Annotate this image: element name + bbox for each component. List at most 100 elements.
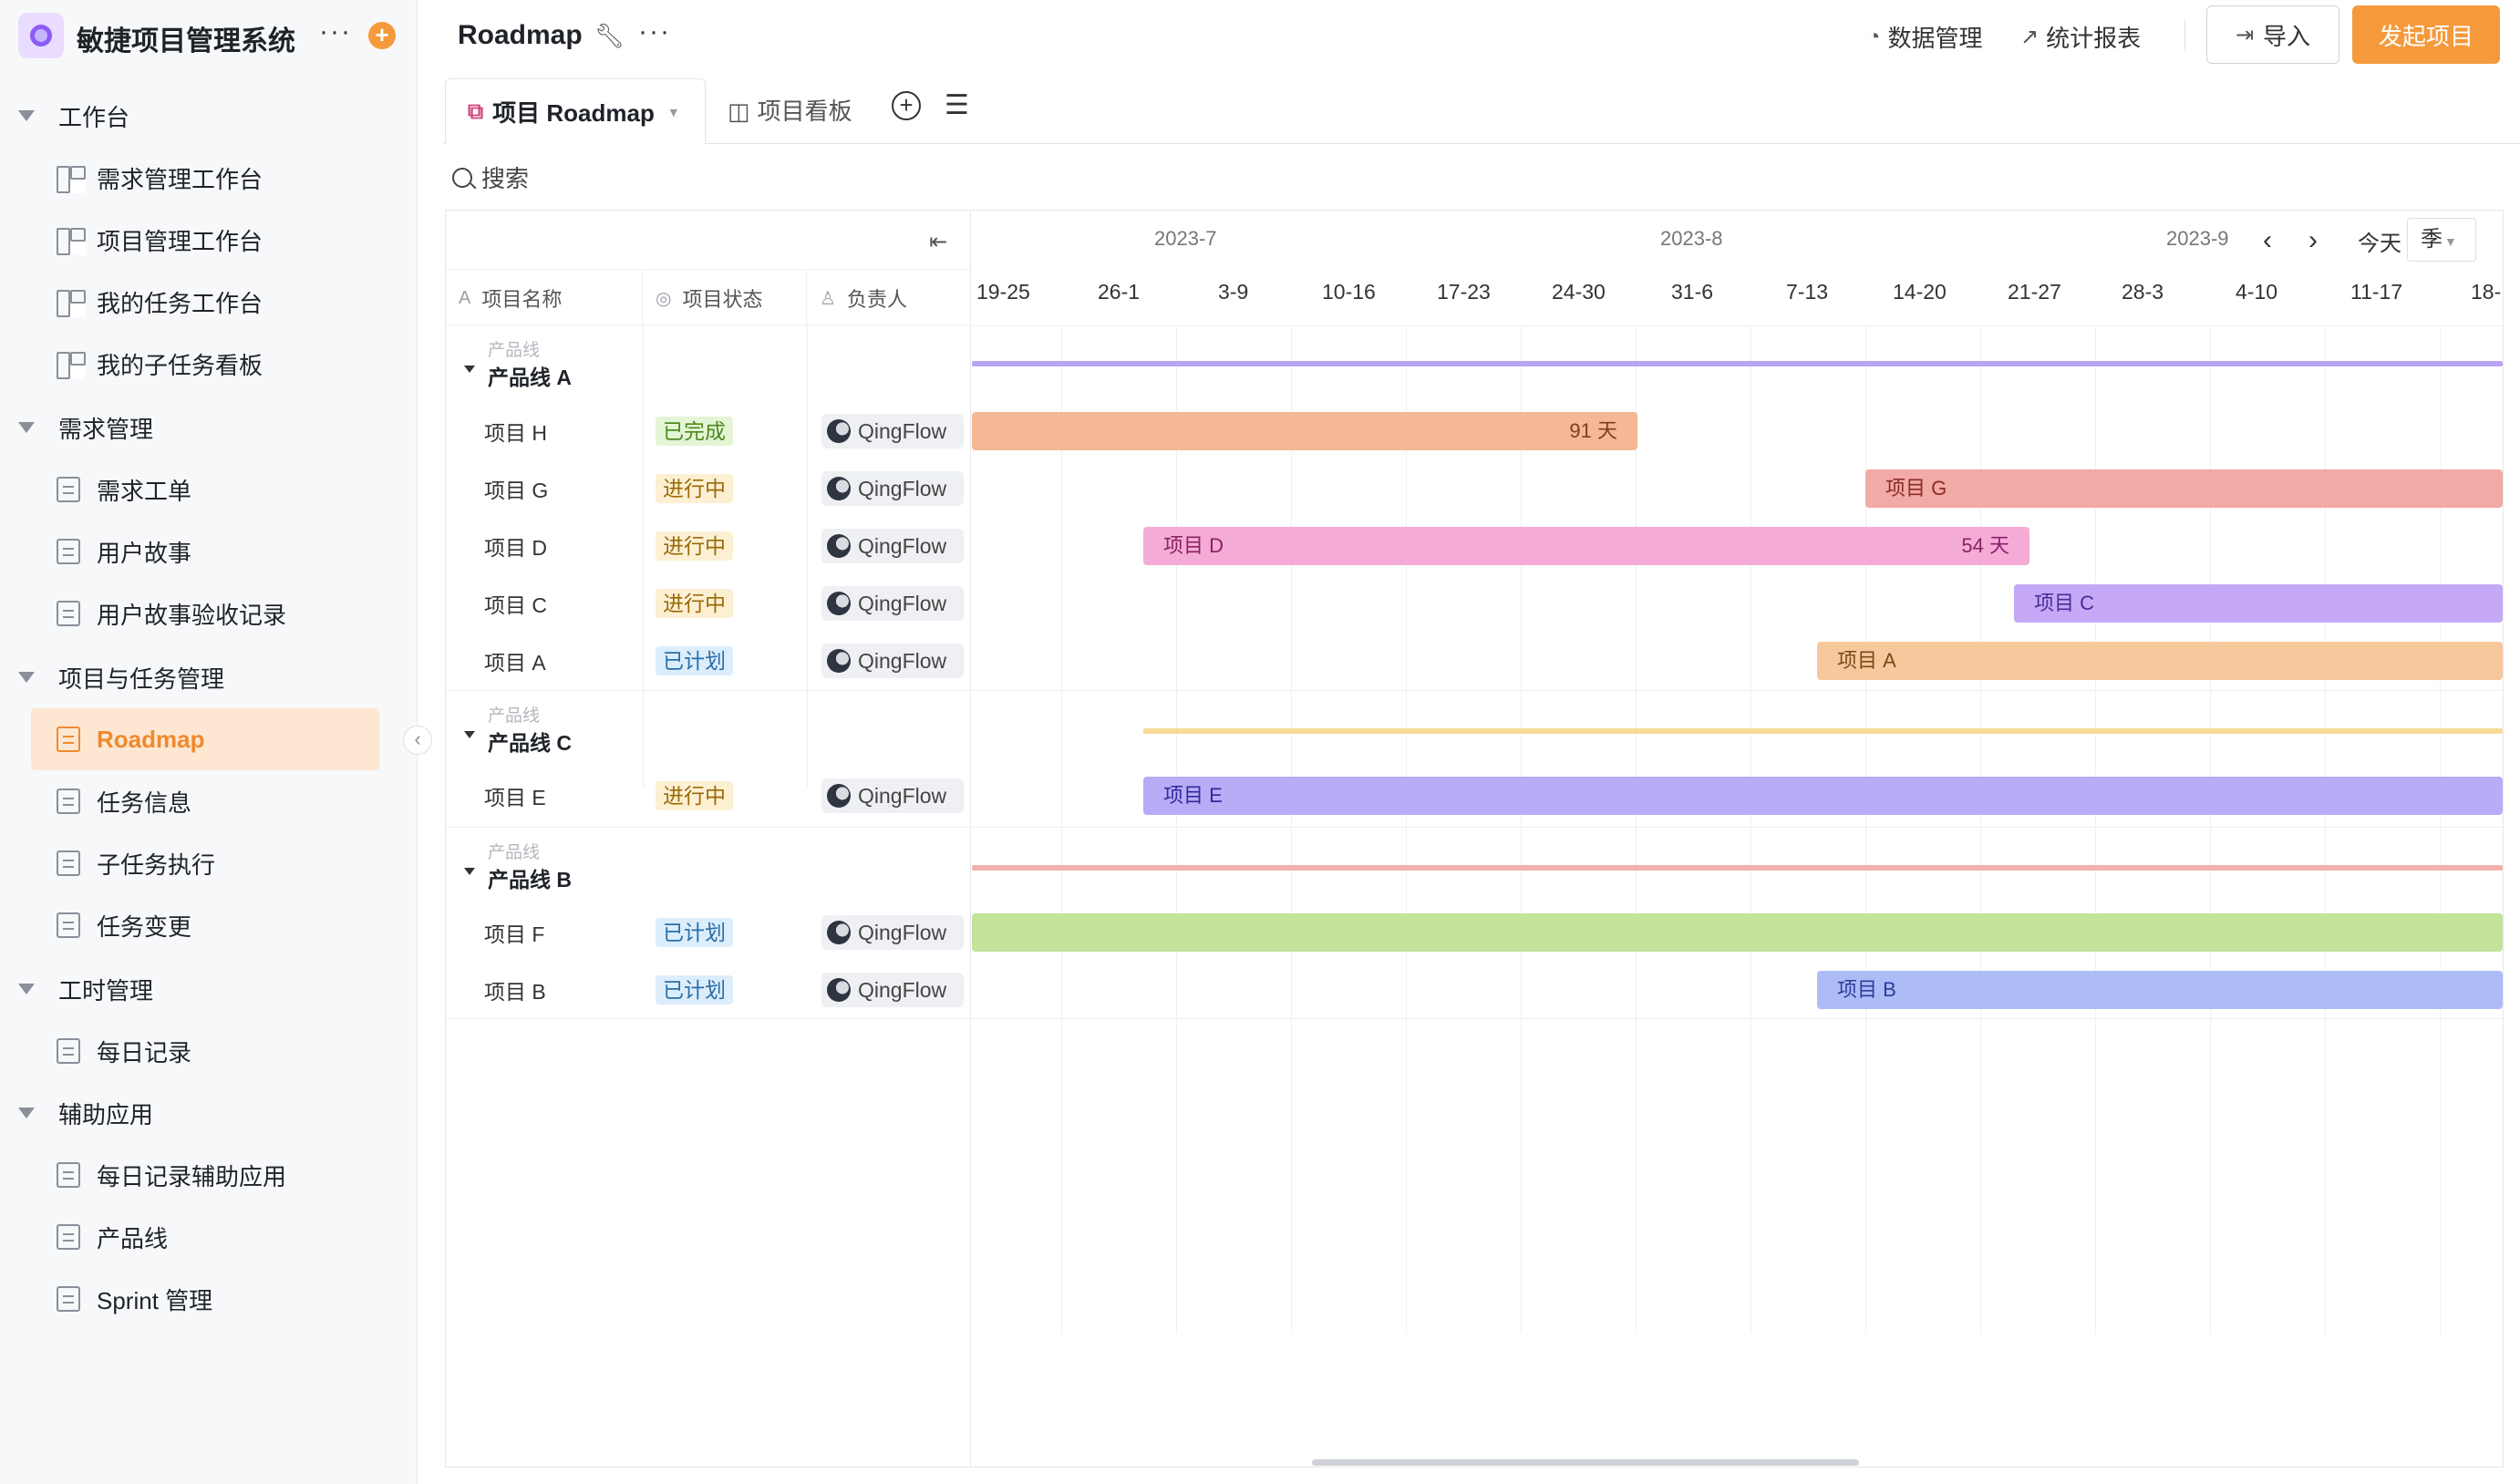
grid-line [1176, 325, 1177, 1334]
form-icon [57, 539, 80, 564]
sidebar-item-daily-record[interactable]: 每日记录 [31, 1020, 379, 1082]
gantt-bar[interactable]: 项目 D 54 天 [1143, 527, 2029, 565]
gantt-bar[interactable]: 项目 A [1817, 642, 2503, 680]
form-icon [57, 850, 80, 876]
status-badge: 已计划 [656, 918, 733, 947]
sidebar-group-demand[interactable]: 需求管理 [18, 409, 153, 446]
start-project-button[interactable]: 发起项目 [2352, 5, 2500, 64]
table-row[interactable]: 项目 H 已完成 QingFlow [446, 402, 971, 459]
wrench-icon[interactable]: 🔧︎ [594, 22, 625, 50]
owner-chip: QingFlow [821, 973, 964, 1007]
sidebar-item-demand-workbench[interactable]: 需求管理工作台 [31, 147, 379, 209]
add-view-icon[interactable]: + [892, 91, 921, 120]
sidebar-group-worktime[interactable]: 工时管理 [18, 971, 153, 1007]
status-field-icon: ◎ [656, 288, 672, 309]
today-button[interactable]: 今天 [2358, 225, 2401, 257]
sidebar-group-aux[interactable]: 辅助应用 [18, 1095, 153, 1131]
gantt-bar[interactable]: 91 天 [972, 412, 1637, 450]
col-header-owner[interactable]: ♙ 负责人 [807, 270, 971, 326]
timeline-header-divider [972, 325, 2503, 326]
gantt-bar[interactable]: 项目 C [2014, 584, 2503, 623]
table-row[interactable]: 项目 F 已计划 QingFlow [446, 903, 971, 961]
avatar [827, 534, 851, 558]
table-row[interactable]: 项目 E 进行中 QingFlow [446, 767, 971, 824]
data-management-link[interactable]: ◔ 数据管理 [1867, 20, 1983, 54]
header-divider [2184, 20, 2185, 51]
sidebar-item-task-info[interactable]: 任务信息 [31, 770, 379, 832]
sidebar-item-story-acceptance[interactable]: 用户故事验收记录 [31, 582, 379, 644]
sidebar-item-my-subtask-board[interactable]: 我的子任务看板 [31, 333, 379, 395]
owner-chip: QingFlow [821, 644, 964, 678]
sidebar-item-task-change[interactable]: 任务变更 [31, 894, 379, 956]
group-row[interactable]: 产品线 产品线 A [446, 325, 971, 402]
group-span-line [972, 361, 2503, 366]
col-header-status[interactable]: ◎ 项目状态 [643, 270, 807, 326]
week-label: 21-27 [2008, 280, 2061, 304]
timeline: 2023-7 2023-8 2023-9 ‹ › 今天 季 ▼ 19-25 26-… [972, 211, 2503, 1467]
avatar [827, 477, 851, 500]
sidebar-group-project-task[interactable]: 项目与任务管理 [18, 659, 224, 696]
dashboard-icon [57, 290, 86, 317]
gantt-bar[interactable]: 项目 E [1143, 777, 2503, 815]
tab-roadmap[interactable]: ⧉ 项目 Roadmap ▼ [445, 78, 706, 144]
tab-board[interactable]: ◫ 项目看板 [728, 93, 852, 127]
grid-line [1291, 325, 1292, 1334]
group-row[interactable]: 产品线 产品线 B [446, 827, 971, 903]
sidebar-group-workbench[interactable]: 工作台 [18, 98, 129, 134]
reports-link[interactable]: ↗ 统计报表 [2020, 20, 2141, 54]
sidebar-item-project-workbench[interactable]: 项目管理工作台 [31, 209, 379, 271]
import-button[interactable]: ⇥ 导入 [2206, 5, 2339, 64]
table-row[interactable]: 项目 D 进行中 QingFlow [446, 517, 971, 574]
sidebar-item-subtask-exec[interactable]: 子任务执行 [31, 832, 379, 894]
prev-period-icon[interactable]: ‹ [2263, 225, 2272, 256]
sidebar-item-sprint[interactable]: Sprint 管理 [31, 1268, 379, 1330]
table-row[interactable]: 项目 C 进行中 QingFlow [446, 574, 971, 632]
caret-down-icon [18, 1108, 35, 1118]
list-icon[interactable]: ☰ [945, 89, 969, 121]
status-badge: 进行中 [656, 589, 733, 618]
sidebar-collapse-button[interactable]: ‹ [403, 726, 432, 755]
table-bottom-border [446, 1018, 971, 1019]
table-row[interactable]: 项目 B 已计划 QingFlow [446, 961, 971, 1018]
roadmap-icon: ⧉ [468, 98, 484, 124]
gantt-bar[interactable]: 项目 G [1865, 469, 2503, 508]
owner-chip: QingFlow [821, 778, 964, 813]
gantt-bar[interactable]: 项目 B [1817, 971, 2503, 1009]
caret-down-icon [464, 366, 475, 373]
import-icon: ⇥ [2235, 22, 2255, 47]
collapse-table-icon[interactable]: ⇤ [929, 229, 947, 255]
zoom-select[interactable]: 季 ▼ [2407, 218, 2476, 262]
avatar [827, 978, 851, 1002]
col-header-name[interactable]: A 项目名称 [446, 270, 643, 326]
title-more-icon[interactable]: ··· [638, 16, 671, 47]
next-period-icon[interactable]: › [2308, 225, 2318, 256]
horizontal-scrollbar[interactable] [1312, 1459, 1859, 1466]
sidebar-item-demand-ticket[interactable]: 需求工单 [31, 459, 379, 520]
app-more-icon[interactable]: ··· [319, 16, 352, 47]
sidebar-item-my-task-workbench[interactable]: 我的任务工作台 [31, 271, 379, 333]
group-row[interactable]: 产品线 产品线 C [446, 690, 971, 767]
form-icon [57, 912, 80, 938]
grid-line [1521, 325, 1522, 1334]
gantt-bar[interactable] [972, 913, 2503, 952]
sidebar-item-roadmap[interactable]: Roadmap [31, 708, 379, 770]
add-icon[interactable]: + [368, 22, 396, 49]
month-label: 2023-8 [1660, 227, 1723, 250]
avatar [827, 592, 851, 615]
sidebar: 敏捷项目管理系统 ··· + 工作台 需求管理工作台 项目管理工作台 我的任务工… [0, 0, 418, 1484]
grid-line [1636, 325, 1637, 1334]
owner-chip: QingFlow [821, 471, 964, 506]
dashboard-icon [57, 228, 86, 255]
search-input[interactable]: 搜索 [452, 160, 529, 194]
week-label: 11-17 [2350, 280, 2403, 304]
table-row[interactable]: 项目 G 进行中 QingFlow [446, 459, 971, 517]
week-label: 4-10 [2236, 280, 2278, 304]
sidebar-item-daily-aux[interactable]: 每日记录辅助应用 [31, 1144, 379, 1206]
sidebar-item-user-story[interactable]: 用户故事 [31, 520, 379, 582]
sidebar-item-product-line[interactable]: 产品线 [31, 1206, 379, 1268]
grid-line [1406, 325, 1407, 1334]
board-icon: ◫ [728, 98, 750, 125]
group-divider [972, 690, 2503, 691]
table-row[interactable]: 项目 A 已计划 QingFlow [446, 632, 971, 689]
group-span-line [972, 865, 2503, 871]
